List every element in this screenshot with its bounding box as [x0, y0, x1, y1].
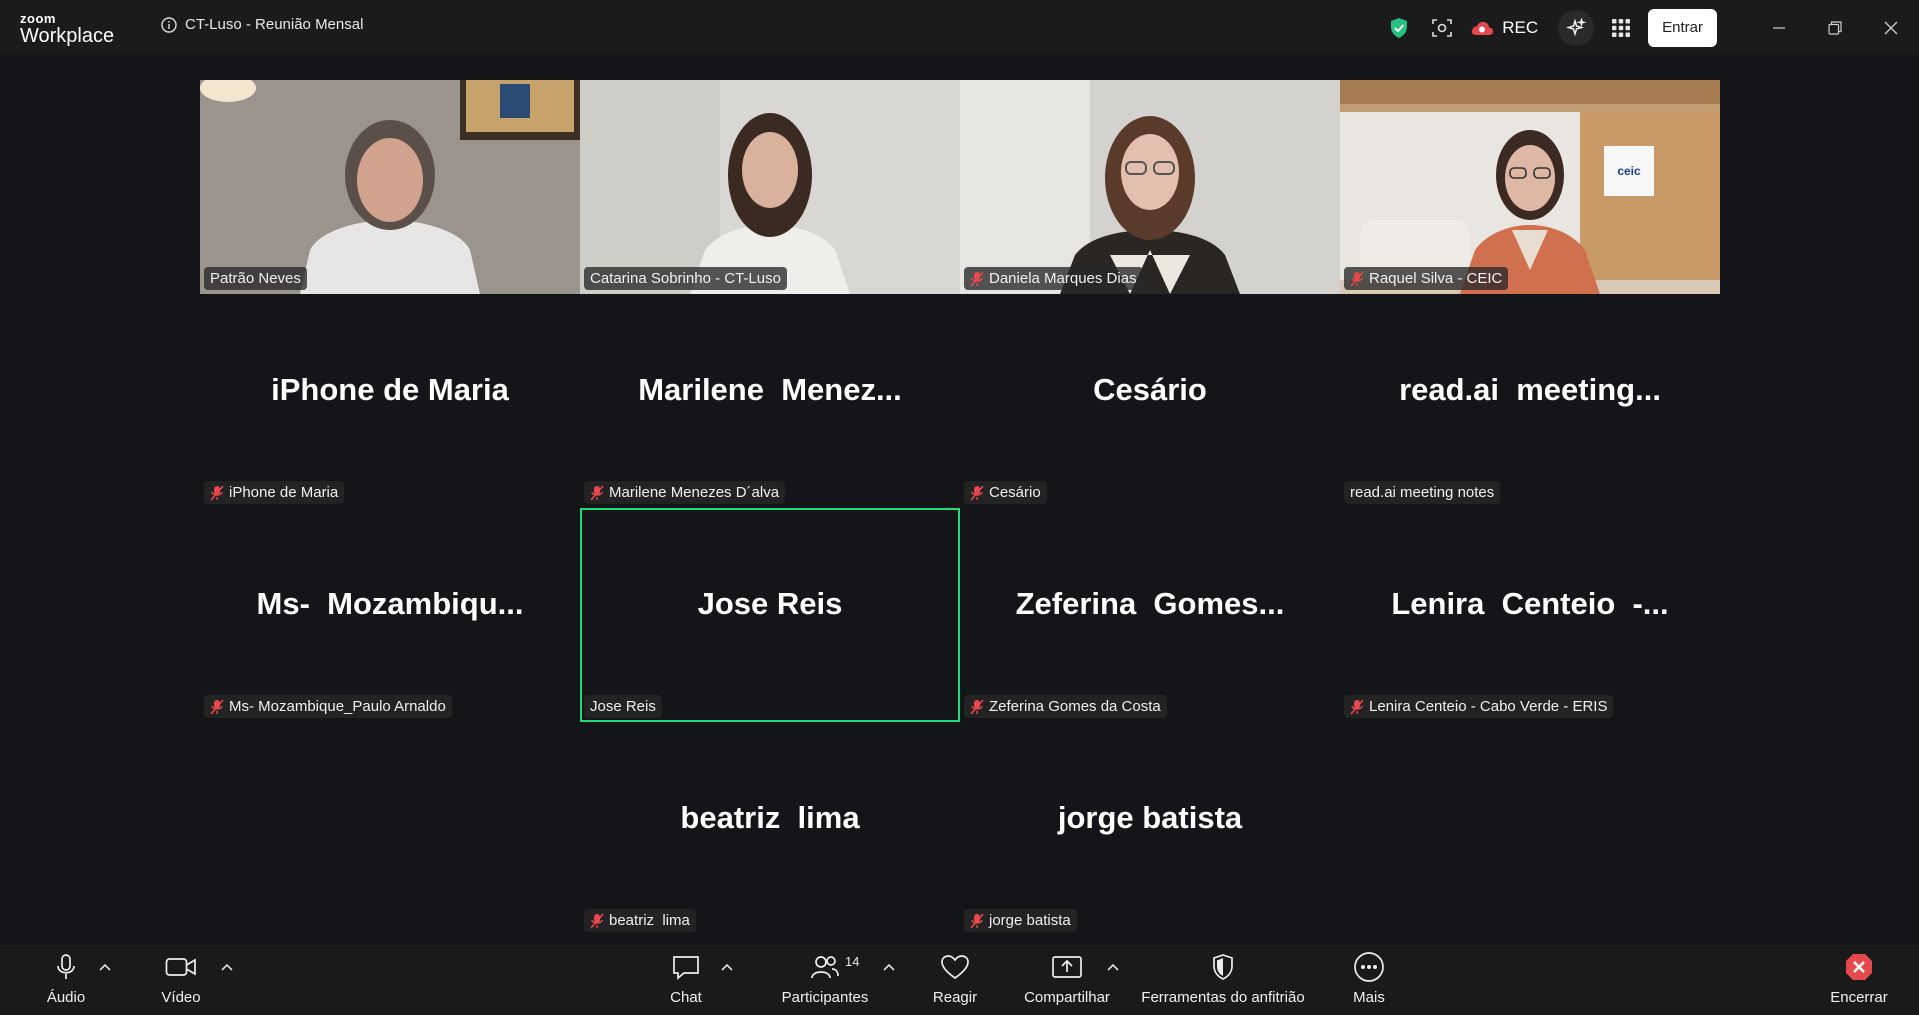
more-button[interactable]: Mais: [1348, 945, 1390, 1015]
participant-name-label: Ms- Mozambique_Paulo Arnaldo: [204, 695, 452, 718]
participant-name-label: beatriz lima: [584, 909, 696, 932]
zoom-workplace-logo: zoom Workplace: [20, 12, 114, 46]
svg-text:ceic: ceic: [1617, 164, 1641, 178]
apps-grid-icon[interactable]: [1608, 0, 1634, 55]
meeting-toolbar: Áudio Vídeo Chat Participantes 14 Reagir…: [0, 945, 1919, 1015]
participant-name-label: Cesário: [964, 481, 1047, 504]
video-gallery: Patrão Neves Catarina Sobrinho - CT-Luso: [0, 55, 1919, 945]
video-tile-catarina-sobrinho[interactable]: Catarina Sobrinho - CT-Luso: [580, 80, 960, 294]
participant-big-name: iPhone de Maria: [271, 372, 509, 407]
participant-name-label: Marilene Menezes D´alva: [584, 481, 786, 504]
join-button[interactable]: Entrar: [1648, 8, 1717, 47]
share-screen-icon: [1052, 956, 1082, 978]
participants-options-chevron-icon[interactable]: [882, 963, 896, 973]
participant-tile[interactable]: iPhone de Maria iPhone de Maria: [200, 294, 580, 508]
muted-mic-icon: [590, 912, 604, 929]
sparkle-icon: [1566, 17, 1587, 37]
muted-mic-icon: [210, 698, 224, 715]
participant-big-name: Marilene Menez...: [638, 372, 902, 407]
participant-name-label: Lenira Centeio - Cabo Verde - ERIS: [1344, 695, 1614, 718]
chat-options-chevron-icon[interactable]: [720, 963, 734, 973]
participants-icon: [811, 956, 839, 979]
participant-video: [580, 80, 960, 294]
participant-name-label: Catarina Sobrinho - CT-Luso: [584, 267, 787, 290]
meeting-info[interactable]: CT-Luso - Reunião Mensal: [161, 16, 363, 33]
chat-bubble-icon: [673, 956, 699, 980]
muted-mic-icon: [210, 484, 224, 501]
close-icon[interactable]: [1863, 0, 1919, 55]
active-speaker-tile[interactable]: Jose Reis Jose Reis: [580, 508, 960, 722]
participant-big-name: jorge batista: [1057, 800, 1243, 835]
participant-tile[interactable]: Ms- Mozambiqu... Ms- Mozambique_Paulo Ar…: [200, 508, 580, 722]
react-button[interactable]: Reagir: [930, 945, 980, 1015]
minimize-icon[interactable]: [1751, 0, 1807, 55]
share-options-chevron-icon[interactable]: [1106, 963, 1120, 973]
meeting-title: CT-Luso - Reunião Mensal: [185, 16, 364, 33]
participant-big-name: Jose Reis: [697, 586, 843, 621]
participant-count: 14: [845, 954, 860, 969]
muted-mic-icon: [970, 270, 984, 287]
participant-big-name: beatriz lima: [680, 800, 860, 835]
participant-tile[interactable]: Lenira Centeio -... Lenira Centeio - Cab…: [1340, 508, 1720, 722]
microphone-icon: [57, 954, 75, 979]
camera-icon: [165, 958, 196, 976]
video-options-chevron-icon[interactable]: [220, 963, 234, 973]
participant-tile[interactable]: read.ai meeting... read.ai meeting notes: [1340, 294, 1720, 508]
info-icon[interactable]: [161, 16, 177, 33]
restore-icon[interactable]: [1807, 0, 1863, 55]
participant-tile[interactable]: Zeferina Gomes... Zeferina Gomes da Cost…: [960, 508, 1340, 722]
participant-name-label: iPhone de Maria: [204, 481, 345, 504]
more-icon: [1354, 952, 1384, 982]
participant-big-name: Lenira Centeio -...: [1391, 586, 1669, 621]
participant-tile[interactable]: Cesário Cesário: [960, 294, 1340, 508]
participant-name-label: Zeferina Gomes da Costa: [964, 695, 1167, 718]
chat-button[interactable]: Chat: [662, 945, 710, 1015]
recording-indicator[interactable]: REC: [1470, 18, 1538, 38]
participant-big-name: Cesário: [1093, 372, 1207, 407]
participant-name-label: Patrão Neves: [204, 267, 307, 290]
view-focus-icon[interactable]: [1420, 0, 1464, 55]
muted-mic-icon: [970, 912, 984, 929]
participant-name-label: Raquel Silva - CEIC: [1344, 267, 1509, 290]
video-button[interactable]: Vídeo: [155, 945, 207, 1015]
host-tools-shield-icon: [1213, 954, 1233, 980]
host-tools-button[interactable]: Ferramentas do anfitrião: [1138, 945, 1308, 1015]
audio-button[interactable]: Áudio: [40, 945, 92, 1015]
participant-video: [960, 80, 1340, 294]
end-meeting-icon: [1846, 954, 1872, 980]
logo-big-text: Workplace: [20, 25, 115, 47]
muted-mic-icon: [970, 484, 984, 501]
participant-video: [200, 80, 580, 294]
logo-small-text: zoom: [20, 11, 56, 26]
participant-tile[interactable]: Marilene Menez... Marilene Menezes D´alv…: [580, 294, 960, 508]
title-bar: zoom Workplace CT-Luso - Reunião Mensal …: [0, 0, 1919, 55]
video-tile-daniela-marques-dias[interactable]: Daniela Marques Dias: [960, 80, 1340, 294]
participant-tile[interactable]: beatriz lima beatriz lima: [580, 722, 960, 936]
share-screen-button[interactable]: Compartilhar: [1022, 945, 1112, 1015]
video-tile-patrao-neves[interactable]: Patrão Neves: [200, 80, 580, 294]
rec-label: REC: [1502, 17, 1539, 37]
ai-companion-button[interactable]: [1558, 9, 1595, 46]
audio-options-chevron-icon[interactable]: [98, 963, 112, 973]
participant-big-name: Zeferina Gomes...: [1015, 586, 1285, 621]
participant-video: ceic: [1340, 80, 1720, 294]
muted-mic-icon: [1350, 270, 1364, 287]
heart-icon: [941, 955, 969, 980]
muted-mic-icon: [590, 484, 604, 501]
participant-big-name: read.ai meeting...: [1399, 372, 1661, 407]
participant-name-label: Daniela Marques Dias: [964, 267, 1143, 290]
muted-mic-icon: [970, 698, 984, 715]
participant-name-label: Jose Reis: [584, 695, 662, 718]
participant-tile[interactable]: jorge batista jorge batista: [960, 722, 1340, 936]
cloud-record-icon: [1472, 21, 1494, 35]
video-tile-raquel-silva[interactable]: ceic Raquel Silva - CEIC: [1340, 80, 1720, 294]
participant-name-label: read.ai meeting notes: [1344, 481, 1501, 504]
end-meeting-button[interactable]: Encerrar: [1828, 945, 1890, 1015]
participant-name-label: jorge batista: [964, 909, 1077, 932]
security-shield-icon[interactable]: [1378, 0, 1420, 55]
participant-big-name: Ms- Mozambiqu...: [256, 586, 524, 621]
muted-mic-icon: [1350, 698, 1364, 715]
